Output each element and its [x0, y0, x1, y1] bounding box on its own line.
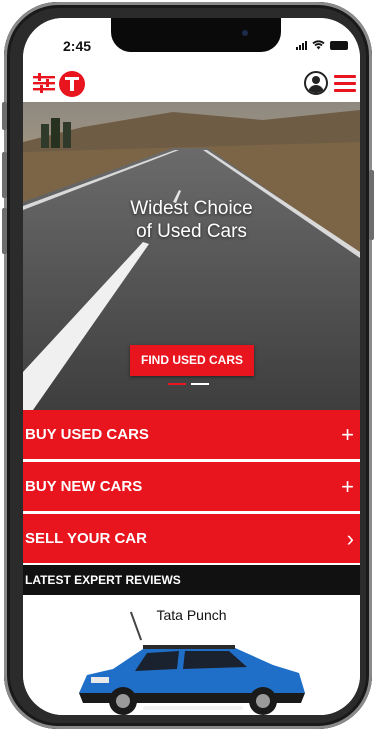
row-label: BUY USED CARS	[25, 426, 149, 443]
buy-used-cars-row[interactable]: BUY USED CARS +	[23, 410, 360, 459]
notch	[111, 18, 281, 52]
side-button	[2, 208, 7, 254]
hamburger-menu-icon[interactable]	[334, 75, 356, 92]
user-account-icon[interactable]	[304, 71, 328, 95]
side-button	[2, 102, 7, 130]
screen: 2:45 Widest Choice of Used Cars FIND USE…	[23, 18, 360, 715]
carousel-dot[interactable]	[191, 383, 209, 385]
status-time: 2:45	[63, 38, 92, 54]
sell-your-car-row[interactable]: SELL YOUR CAR ›	[23, 514, 360, 563]
side-button	[369, 170, 374, 240]
review-title: Tata Punch	[156, 607, 227, 623]
phone-frame: 2:45 Widest Choice of Used Cars FIND USE…	[2, 2, 374, 729]
action-list: BUY USED CARS + BUY NEW CARS + SELL YOUR…	[23, 410, 360, 566]
find-used-cars-button[interactable]: FIND USED CARS	[130, 345, 254, 376]
car-image	[79, 645, 305, 715]
battery-icon	[330, 41, 348, 50]
hero-title-line2: of Used Cars	[136, 221, 247, 242]
hero-title: Widest Choice of Used Cars	[23, 197, 360, 243]
wifi-icon	[312, 40, 325, 50]
review-card[interactable]: Tata Punch	[23, 595, 360, 715]
side-button	[2, 152, 7, 198]
plus-icon: +	[341, 422, 354, 447]
signal-icon	[296, 41, 307, 50]
home-indicator[interactable]	[143, 706, 243, 710]
buy-new-cars-row[interactable]: BUY NEW CARS +	[23, 462, 360, 511]
status-bar: 2:45	[23, 18, 360, 62]
hero-banner: Widest Choice of Used Cars FIND USED CAR…	[23, 102, 360, 410]
section-heading: LATEST EXPERT REVIEWS	[23, 565, 360, 595]
carousel-indicators	[168, 383, 209, 385]
app-header	[23, 62, 360, 102]
brand-logo-icon[interactable]	[59, 71, 85, 97]
hero-title-line1: Widest Choice	[130, 198, 253, 219]
camera-icon	[242, 30, 248, 36]
plus-icon: +	[341, 474, 354, 499]
system-icons	[296, 40, 348, 50]
carousel-dot[interactable]	[168, 383, 186, 385]
row-label: BUY NEW CARS	[25, 478, 143, 495]
filter-icon[interactable]	[33, 73, 55, 93]
chevron-right-icon: ›	[346, 526, 354, 551]
row-label: SELL YOUR CAR	[25, 530, 147, 547]
